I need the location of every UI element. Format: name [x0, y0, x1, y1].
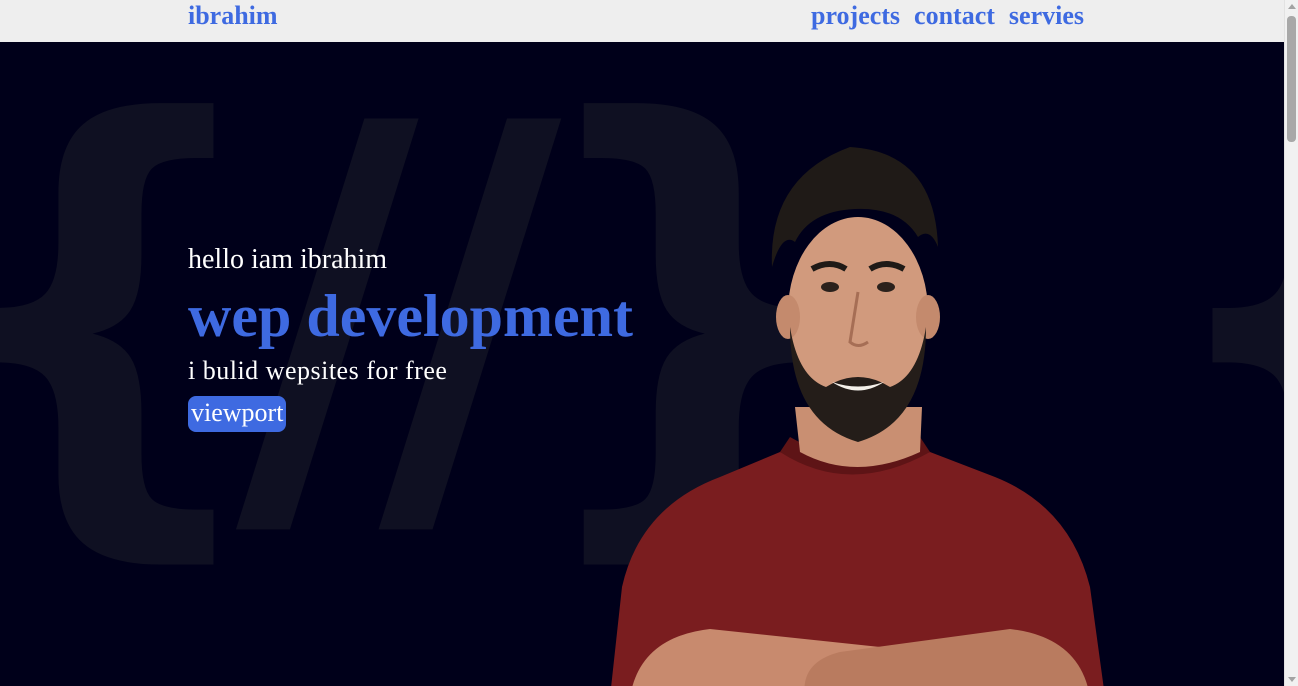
hero-greeting: hello iam ibrahim	[188, 244, 388, 275]
vertical-scrollbar[interactable]	[1284, 0, 1298, 686]
background-code-brace: {	[1150, 60, 1284, 560]
nav-link-projects[interactable]: projects	[811, 1, 900, 31]
hero-tagline: i bulid wepsites for free	[188, 356, 448, 385]
nav-links: projects contact servies	[811, 1, 1084, 31]
brand-logo-link[interactable]: ibrahim	[188, 1, 278, 31]
hero-text: hello iam ibrahim wep development i buli…	[188, 242, 633, 432]
hero-headline: wep development	[188, 283, 633, 349]
scroll-down-arrow-icon[interactable]	[1288, 677, 1296, 682]
viewport-button[interactable]: viewport	[188, 396, 287, 432]
navbar: ibrahim projects contact servies	[0, 0, 1284, 42]
hero-section: {//} { hello iam ibrahim wep development…	[0, 42, 1284, 686]
scroll-up-arrow-icon[interactable]	[1288, 4, 1296, 9]
nav-link-services[interactable]: servies	[1009, 1, 1084, 31]
profile-photo	[611, 147, 1104, 686]
scrollbar-thumb[interactable]	[1287, 16, 1296, 142]
nav-link-contact[interactable]: contact	[914, 1, 995, 31]
